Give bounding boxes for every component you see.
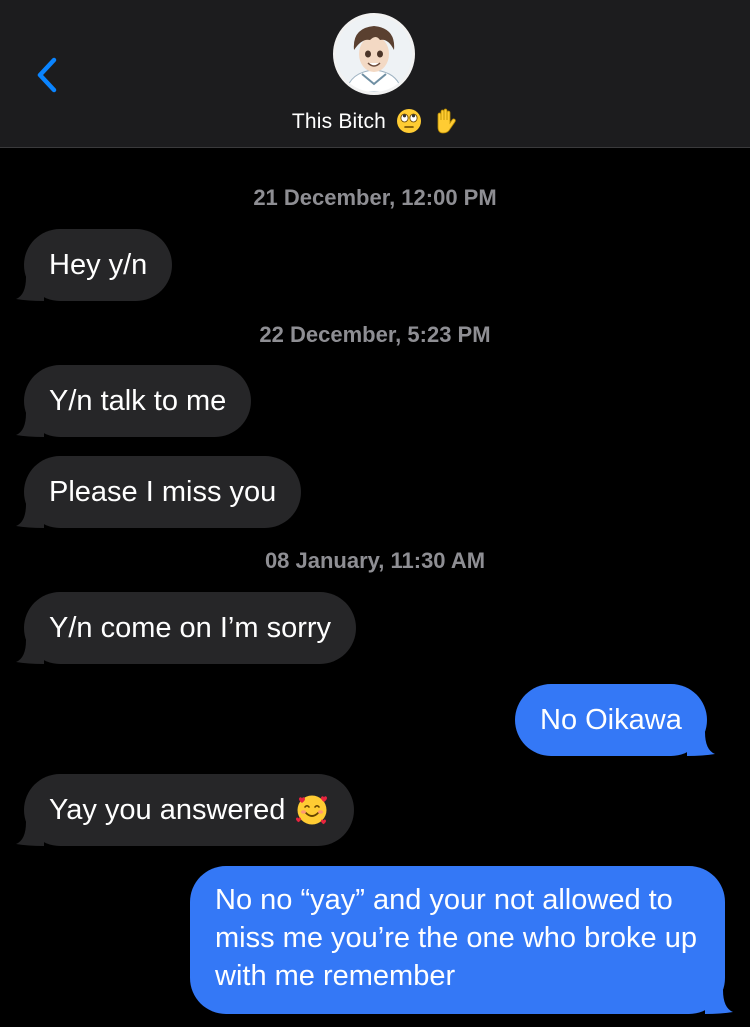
bubble-tail	[16, 504, 44, 528]
avatar-icon	[336, 16, 412, 92]
message-text: Yay you answered	[49, 794, 286, 826]
message-text: Y/n come on I’m sorry	[49, 612, 332, 644]
face-with-rolling-eyes-icon	[397, 109, 422, 133]
message-text: Hey y/n	[49, 249, 148, 281]
bubble-tail	[705, 990, 733, 1014]
message-bubble-incoming[interactable]: Please I miss you	[16, 456, 302, 528]
bubble-tail	[16, 277, 44, 301]
timestamp: 21 December, 12:00 PM	[253, 185, 497, 210]
contact-avatar[interactable]	[333, 13, 415, 95]
message-text: No no “yay” and your not allowed to miss…	[215, 884, 697, 992]
smiling-face-with-hearts-icon	[296, 795, 328, 825]
contact-name-text: This Bitch	[291, 110, 387, 133]
conversation-header: This Bitch	[0, 0, 750, 148]
timestamp: 22 December, 5:23 PM	[259, 322, 491, 347]
bubble-tail	[16, 640, 44, 664]
bubble-tail	[16, 822, 44, 846]
message-text: Please I miss you	[49, 476, 277, 508]
contact-name[interactable]: This Bitch	[0, 108, 750, 134]
message-bubble-incoming[interactable]: Yay you answered	[16, 774, 355, 846]
message-text: No Oikawa	[540, 704, 682, 736]
message-bubble-outgoing[interactable]: No no “yay” and your not allowed to miss…	[190, 866, 733, 1014]
back-button[interactable]	[28, 54, 68, 98]
message-bubble-incoming[interactable]: Hey y/n	[16, 229, 173, 301]
message-bubble-incoming[interactable]: Y/n come on I’m sorry	[16, 592, 357, 664]
message-bubble-incoming[interactable]: Y/n talk to me	[16, 365, 252, 437]
bubble-tail	[16, 413, 44, 437]
bubble-tail	[686, 732, 715, 756]
message-bubble-outgoing[interactable]: No Oikawa	[515, 684, 715, 756]
message-text: Y/n talk to me	[49, 385, 227, 417]
timestamp: 08 January, 11:30 AM	[264, 548, 486, 573]
raised-hand-icon	[437, 108, 456, 134]
chevron-left-icon	[37, 57, 57, 93]
